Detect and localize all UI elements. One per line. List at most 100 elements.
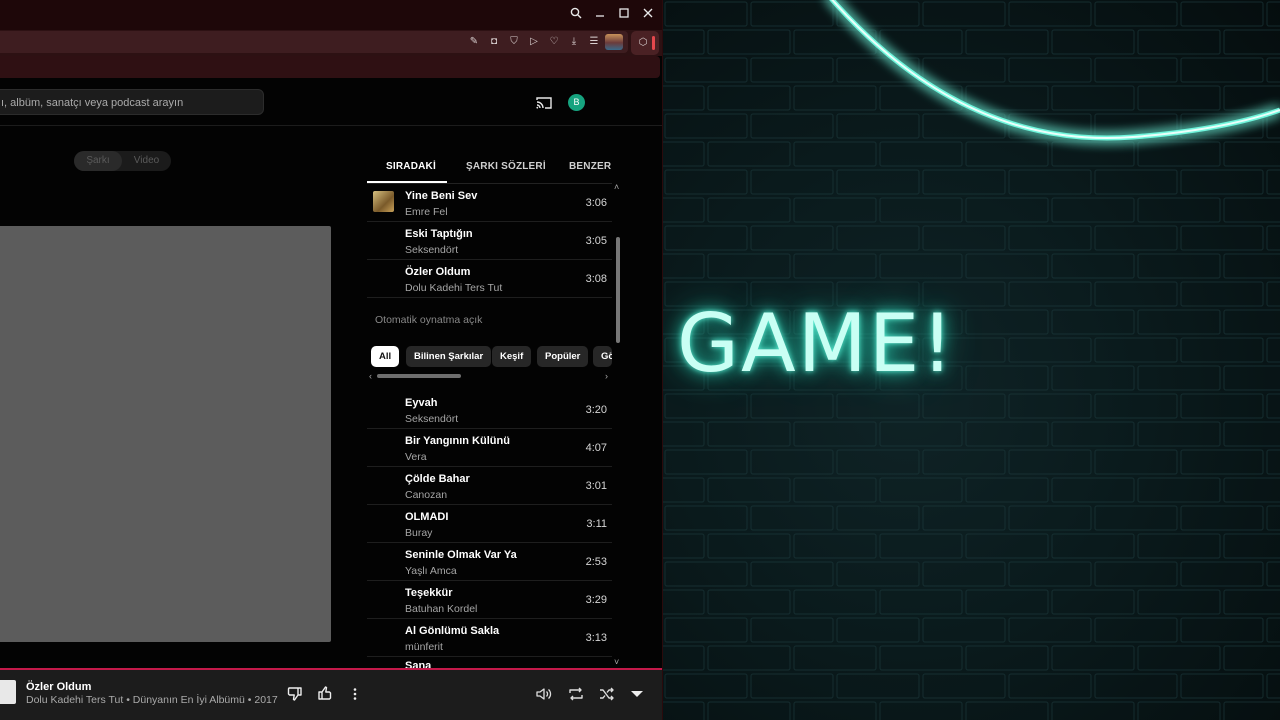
brick — [793, 645, 877, 671]
repeat-icon[interactable] — [567, 685, 585, 703]
track-title: Eski Taptığın — [405, 228, 473, 240]
queue-item[interactable]: Eski Taptığın Seksendört 3:05 — [367, 222, 612, 260]
track-duration: 3:11 — [586, 518, 607, 530]
shuffle-icon[interactable] — [598, 685, 616, 703]
track-duration: 3:06 — [585, 197, 607, 209]
brick — [965, 253, 1049, 279]
brick — [750, 561, 834, 587]
autoplay-item[interactable]: Seninle Olmak Var Ya Yaşlı Amca 2:53 — [367, 543, 612, 581]
dislike-icon[interactable] — [286, 685, 304, 703]
brick — [1051, 589, 1135, 615]
more-options-icon[interactable] — [346, 685, 364, 703]
brick — [1223, 421, 1280, 447]
maximize-icon[interactable] — [614, 6, 634, 24]
brick — [879, 589, 963, 615]
brick — [1094, 225, 1178, 251]
menu-icon[interactable]: ☰ — [588, 36, 600, 48]
brick — [707, 421, 791, 447]
close-icon[interactable] — [638, 6, 658, 24]
progress-bar[interactable] — [0, 668, 662, 670]
shield-icon[interactable]: ⛉ — [508, 36, 520, 48]
track-title: Özler Oldum — [405, 266, 471, 278]
brick — [793, 533, 877, 559]
brick — [1137, 309, 1221, 335]
search-input[interactable]: ı, albüm, sanatçı veya podcast arayın — [0, 89, 264, 115]
brick — [664, 673, 748, 699]
toggle-song[interactable]: Şarkı — [74, 151, 122, 171]
brick — [879, 701, 963, 720]
chevron-right-icon[interactable]: › — [605, 371, 608, 381]
minimize-icon[interactable] — [590, 6, 610, 24]
brick — [663, 533, 705, 559]
brick — [1094, 449, 1178, 475]
autoplay-item[interactable]: Bir Yangının Külünü Vera 4:07 — [367, 429, 612, 467]
brick — [1094, 281, 1178, 307]
now-playing-title[interactable]: Özler Oldum — [26, 681, 91, 693]
tab-lyrics[interactable]: ŞARKI SÖZLERİ — [466, 161, 546, 172]
chip-popular[interactable]: Popüler — [537, 346, 589, 367]
brick — [1137, 701, 1221, 720]
brick — [1051, 477, 1135, 503]
track-duration: 3:08 — [585, 273, 607, 285]
chip-familiar[interactable]: Bilinen Şarkılar — [406, 346, 492, 367]
player-thumbnail[interactable] — [0, 680, 16, 704]
brick — [1051, 645, 1135, 671]
music-header: ı, albüm, sanatçı veya podcast arayın — [0, 80, 662, 126]
track-artist: Vera — [405, 451, 427, 463]
camera-icon[interactable]: ◘ — [488, 36, 500, 48]
like-icon[interactable] — [316, 684, 334, 702]
brick — [1180, 673, 1264, 699]
volume-icon[interactable] — [535, 685, 553, 703]
brick — [664, 561, 748, 587]
autoplay-item[interactable]: Eyvah Seksendört 3:20 — [367, 391, 612, 429]
brick — [1223, 253, 1280, 279]
search-icon[interactable] — [566, 6, 586, 24]
autoplay-item[interactable]: OLMADI Buray 3:11 — [367, 505, 612, 543]
play-icon[interactable]: ▷ — [528, 36, 540, 48]
chevron-left-icon[interactable]: ‹ — [369, 371, 372, 381]
chip-more[interactable]: Gö — [593, 346, 612, 367]
brick — [836, 449, 920, 475]
now-playing-subtitle[interactable]: Dolu Kadehi Ters Tut • Dünyanın En İyi A… — [26, 694, 278, 706]
title-bar — [0, 0, 662, 30]
brick — [1137, 477, 1221, 503]
browser-window: ✎ ◘ ⛉ ▷ ♡ ⤓ ☰ ⬡ ı, albüm, sanatçı veya p… — [0, 0, 663, 720]
tab-up-next[interactable]: SIRADAKİ — [386, 161, 436, 172]
notification-indicator — [652, 36, 655, 50]
expand-player-icon[interactable] — [628, 685, 646, 703]
tab-related[interactable]: BENZER — [569, 161, 611, 172]
brick — [707, 477, 791, 503]
toggle-video[interactable]: Video — [122, 151, 171, 171]
brick — [707, 701, 791, 720]
chip-discover[interactable]: Keşif — [492, 346, 532, 367]
bookmarks-bar — [0, 56, 660, 78]
autoplay-label: Otomatik oynatma açık — [375, 314, 483, 326]
edit-icon[interactable]: ✎ — [468, 36, 480, 48]
song-video-toggle[interactable]: Şarkı Video — [74, 151, 171, 171]
track-title: Çölde Bahar — [405, 473, 470, 485]
queue-item[interactable]: Yine Beni Sev Emre Fel 3:06 — [367, 184, 612, 222]
cast-icon[interactable] — [536, 96, 552, 109]
brick — [1008, 281, 1092, 307]
avatar[interactable]: B — [568, 94, 585, 111]
autoplay-item[interactable]: Sana — [367, 657, 612, 668]
brick — [1223, 309, 1280, 335]
brick — [664, 225, 748, 251]
track-duration: 2:53 — [585, 556, 607, 568]
autoplay-item[interactable]: Al Gönlümü Sakla münferit 3:13 — [367, 619, 612, 657]
chip-all[interactable]: All — [371, 346, 400, 367]
queue-scrollbar[interactable] — [616, 237, 620, 343]
brick — [1008, 561, 1092, 587]
brick — [1223, 477, 1280, 503]
chip-scrollbar[interactable] — [377, 374, 461, 378]
chevron-up-icon[interactable]: ˄ — [614, 182, 619, 192]
queue-item[interactable]: Özler Oldum Dolu Kadehi Ters Tut 3:08 — [367, 260, 612, 298]
autoplay-item[interactable]: Çölde Bahar Canozan 3:01 — [367, 467, 612, 505]
download-icon[interactable]: ⤓ — [568, 36, 580, 48]
browser-profile-avatar[interactable] — [605, 34, 623, 50]
brick — [1137, 645, 1221, 671]
heart-icon[interactable]: ♡ — [548, 36, 560, 48]
brick — [1266, 505, 1280, 531]
chevron-down-icon[interactable]: ˅ — [614, 657, 619, 667]
autoplay-item[interactable]: Teşekkür Batuhan Kordel 3:29 — [367, 581, 612, 619]
